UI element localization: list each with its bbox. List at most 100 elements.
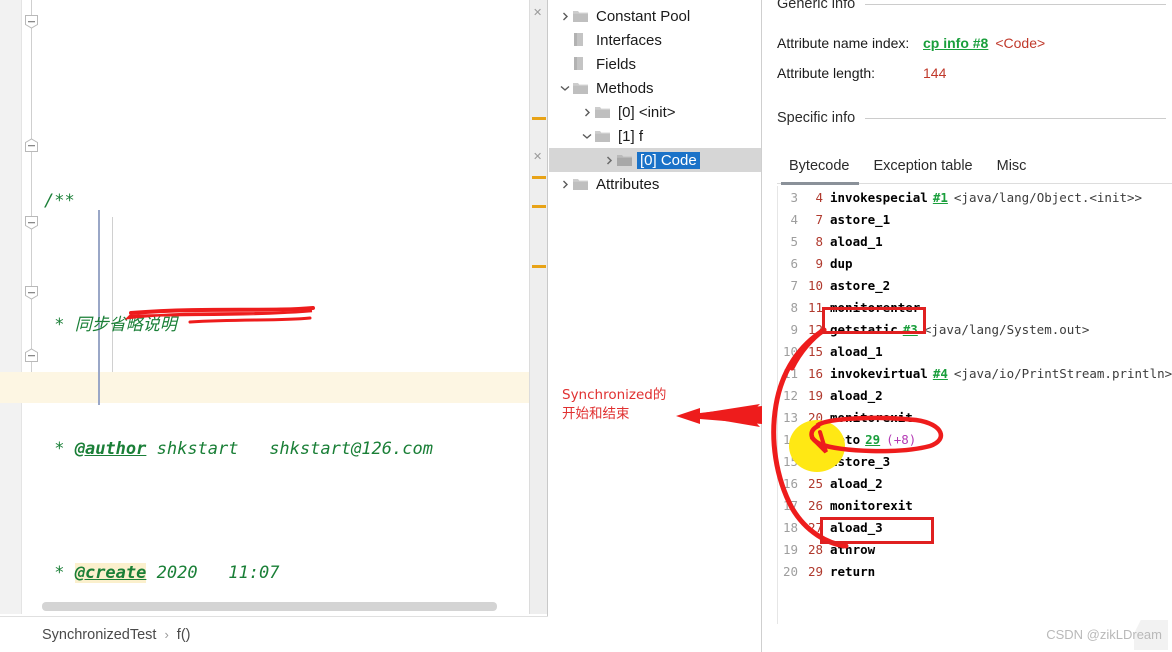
bytecode-row[interactable]: 9 12 getstatic #3 <java/lang/System.out> xyxy=(778,318,1172,340)
tab-misc[interactable]: Misc xyxy=(985,158,1039,174)
tree-item-code-attribute[interactable]: [0] Code xyxy=(549,148,761,172)
editor-left-gutter[interactable] xyxy=(0,0,22,614)
attribute-detail-panel: Generic info Attribute name index: cp inf… xyxy=(763,0,1172,652)
bytecode-row-goto[interactable]: 14 21 goto 29 (+8) xyxy=(778,428,1172,450)
tree-item-label: Constant Pool xyxy=(596,7,691,25)
bytecode-row[interactable]: 20 29 return xyxy=(778,560,1172,582)
tree-item-attributes[interactable]: Attributes xyxy=(549,172,761,196)
bytecode-row[interactable]: 10 15 aload_1 xyxy=(778,340,1172,362)
code-line-1[interactable]: /** xyxy=(42,186,529,217)
bytecode-line-number: 20 xyxy=(782,563,798,579)
chevron-right-icon[interactable] xyxy=(601,148,617,172)
class-structure-tree[interactable]: Constant Pool Interfaces Fields Methods … xyxy=(549,0,762,652)
editor-fold-strip[interactable] xyxy=(22,0,42,614)
bytecode-row[interactable]: 18 27 aload_3 xyxy=(778,516,1172,538)
bytecode-mnemonic: monitorenter xyxy=(830,299,921,315)
editor-horizontal-scrollbar[interactable] xyxy=(42,602,497,611)
bytecode-row[interactable]: 12 19 aload_2 xyxy=(778,384,1172,406)
bytecode-offset: 15 xyxy=(807,343,823,359)
bytecode-row-monitorexit-1[interactable]: 13 20 monitorexit xyxy=(778,406,1172,428)
bytecode-offset: 20 xyxy=(807,409,823,425)
bytecode-mnemonic: monitorexit xyxy=(830,409,913,425)
bytecode-mnemonic: astore_1 xyxy=(830,211,891,227)
bytecode-offset: 29 xyxy=(807,563,823,579)
fold-marker-sync-block[interactable] xyxy=(24,285,39,300)
chevron-right-icon[interactable] xyxy=(557,4,573,28)
chevron-down-icon[interactable] xyxy=(557,76,573,100)
twisty-placeholder xyxy=(557,28,573,52)
cp-info-link[interactable]: cp info #8 xyxy=(923,35,988,51)
marker-x-icon: ✕ xyxy=(533,7,543,19)
code-text-area[interactable]: /** * 同步省略说明 * @author shkstart shkstart… xyxy=(42,0,529,614)
fold-marker-method[interactable] xyxy=(24,215,39,230)
bytecode-row[interactable]: 5 8 aload_1 xyxy=(778,230,1172,252)
fold-marker-sync-end[interactable] xyxy=(24,348,39,363)
folder-icon xyxy=(573,178,593,191)
fold-marker-comment[interactable] xyxy=(24,14,39,29)
detail-tabs[interactable]: Bytecode Exception table Misc xyxy=(777,158,1172,184)
warning-marker[interactable] xyxy=(532,205,546,208)
bytecode-line-number: 6 xyxy=(790,255,798,271)
bytecode-row[interactable]: 3 4 invokespecial #1 <java/lang/Object.<init… xyxy=(778,186,1172,208)
tree-item-fields[interactable]: Fields xyxy=(549,52,761,76)
bytecode-row[interactable]: 7 10 astore_2 xyxy=(778,274,1172,296)
marker-x-icon: ✕ xyxy=(533,151,543,163)
jump-target-ref[interactable]: 29 xyxy=(865,432,880,447)
breadcrumb-method[interactable]: f() xyxy=(177,627,191,643)
chevron-right-icon[interactable] xyxy=(579,100,595,124)
constant-pool-ref[interactable]: #3 xyxy=(903,322,918,337)
bytecode-listing[interactable]: 3 4 invokespecial #1 <java/lang/Object.<init… xyxy=(777,186,1172,624)
bytecode-row[interactable]: 16 25 aload_2 xyxy=(778,472,1172,494)
bytecode-offset: 27 xyxy=(807,519,823,535)
bytecode-row[interactable]: 6 9 dup xyxy=(778,252,1172,274)
tree-item-init-method[interactable]: [0] <init> xyxy=(549,100,761,124)
tree-item-constant-pool[interactable]: Constant Pool xyxy=(549,4,761,28)
tree-item-label: [0] Code xyxy=(637,151,700,169)
chevron-right-icon[interactable] xyxy=(557,172,573,196)
bytecode-offset: 10 xyxy=(807,277,823,293)
fold-marker-comment-end[interactable] xyxy=(24,138,39,153)
bytecode-row-monitorenter[interactable]: 8 11 monitorenter xyxy=(778,296,1172,318)
bytecode-mnemonic: invokevirtual xyxy=(830,365,928,381)
specific-info-header: Specific info xyxy=(777,110,1172,126)
bytecode-mnemonic: aload_1 xyxy=(830,233,883,249)
constant-pool-ref[interactable]: #1 xyxy=(933,190,948,205)
warning-marker[interactable] xyxy=(532,176,546,179)
attribute-length-value: 144 xyxy=(923,65,947,81)
bytecode-mnemonic: aload_1 xyxy=(830,343,883,359)
breadcrumb-class[interactable]: SynchronizedTest xyxy=(42,627,156,643)
bytecode-row[interactable]: 19 28 athrow xyxy=(778,538,1172,560)
folder-icon xyxy=(573,82,593,95)
bytecode-line-number: 19 xyxy=(782,541,798,557)
tab-exception-table[interactable]: Exception table xyxy=(861,158,984,174)
bytecode-offset: 24 xyxy=(807,453,823,469)
code-line-3[interactable]: * @author shkstart shkstart@126.com xyxy=(42,434,529,465)
editor-marker-track[interactable]: ✕ ✕ xyxy=(529,0,547,614)
folder-icon xyxy=(617,154,637,167)
indent-guide xyxy=(112,217,113,372)
tree-item-methods[interactable]: Methods xyxy=(549,76,761,100)
bytecode-row[interactable]: 11 16 invokevirtual #4 <java/io/PrintStream.… xyxy=(778,362,1172,384)
generic-info-title: Generic info xyxy=(777,0,856,12)
bytecode-line-number: 17 xyxy=(782,497,798,513)
bytecode-row[interactable]: 15 24 astore_3 xyxy=(778,450,1172,472)
tab-bytecode[interactable]: Bytecode xyxy=(777,158,861,174)
tree-item-method-f[interactable]: [1] f xyxy=(549,124,761,148)
warning-marker[interactable] xyxy=(532,265,546,268)
tree-item-label: Fields xyxy=(596,55,637,73)
bytecode-row[interactable]: 4 7 astore_1 xyxy=(778,208,1172,230)
constant-pool-ref[interactable]: #4 xyxy=(933,366,948,381)
header-rule xyxy=(865,117,1166,119)
caret-line-gutter-highlight xyxy=(0,372,42,403)
comment-star: * xyxy=(44,563,75,583)
attribute-length-row: Attribute length: 144 xyxy=(777,65,946,81)
code-line-2[interactable]: * 同步省略说明 xyxy=(42,310,529,341)
tree-item-interfaces[interactable]: Interfaces xyxy=(549,28,761,52)
warning-marker[interactable] xyxy=(532,117,546,120)
bytecode-mnemonic: astore_2 xyxy=(830,277,891,293)
bytecode-row-monitorexit-2[interactable]: 17 26 monitorexit xyxy=(778,494,1172,516)
tree-item-label: [1] f xyxy=(618,127,644,145)
bytecode-mnemonic: athrow xyxy=(830,541,876,557)
code-line-4[interactable]: * @create 2020 11:07 xyxy=(42,558,529,589)
chevron-down-icon[interactable] xyxy=(579,124,595,148)
